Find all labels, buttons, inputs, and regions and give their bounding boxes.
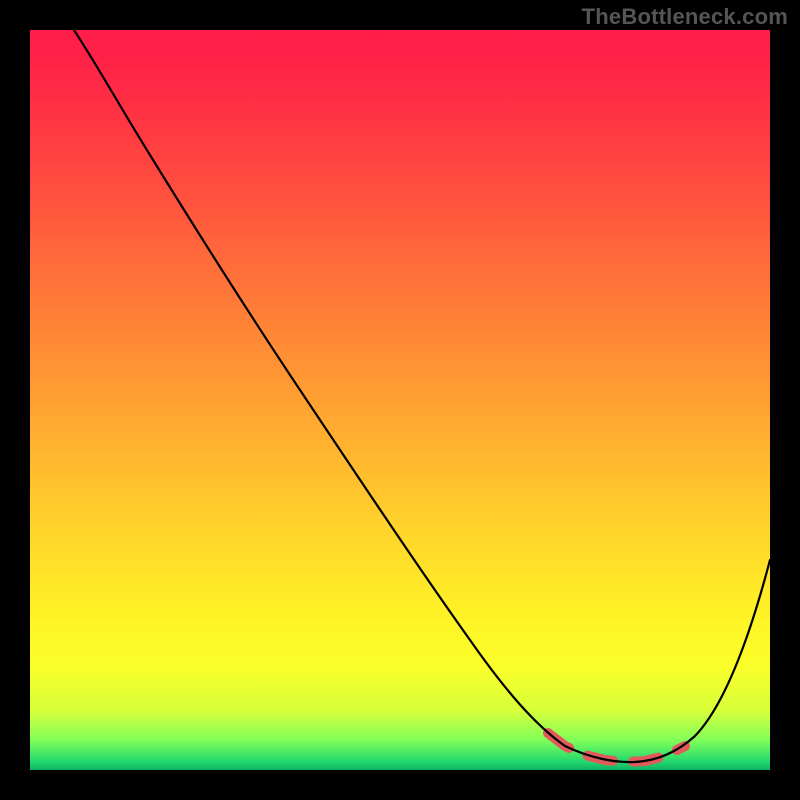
curve-svg xyxy=(30,30,770,770)
chart-stage: TheBottleneck.com xyxy=(0,0,800,800)
bottleneck-curve xyxy=(74,30,770,762)
plot-area xyxy=(30,30,770,770)
watermark-text: TheBottleneck.com xyxy=(582,4,788,30)
